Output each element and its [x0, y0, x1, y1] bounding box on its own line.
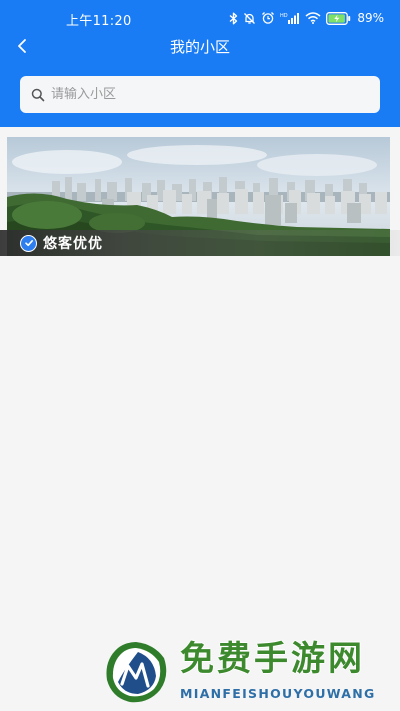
- community-label-bar: 悠客优优: [0, 230, 400, 256]
- wifi-icon: [305, 12, 321, 24]
- search-bar[interactable]: [20, 76, 380, 113]
- svg-text:HD: HD: [280, 13, 288, 19]
- watermark-subtitle: MIANFEISHOUYOUWANG: [180, 686, 376, 701]
- battery-charging-icon: [326, 11, 351, 25]
- status-bar: 上午11:20 HD 89%: [0, 0, 400, 36]
- bluetooth-icon: [229, 12, 238, 24]
- watermark: 免费手游网 MIANFEISHOUYOUWANG: [104, 636, 394, 708]
- search-icon: [31, 88, 45, 101]
- hd-signal-icon: HD: [280, 12, 300, 24]
- page-title: 我的小区: [169, 38, 230, 56]
- status-icons: HD 89%: [229, 9, 384, 27]
- community-name: 悠客优优: [43, 236, 103, 252]
- watermark-title: 免费手游网: [180, 639, 365, 679]
- alarm-icon: [262, 12, 275, 24]
- community-card[interactable]: 悠客优优: [0, 137, 400, 256]
- watermark-logo: [106, 642, 167, 703]
- check-circle-icon: [20, 234, 37, 252]
- status-time: 上午11:20: [66, 14, 132, 29]
- mute-icon: [244, 12, 256, 24]
- search-input[interactable]: [51, 87, 351, 102]
- app-header: 上午11:20 HD 89% 我的小区: [0, 0, 400, 127]
- nav-bar: 我的小区: [0, 32, 400, 60]
- battery-percent: 89%: [357, 11, 384, 25]
